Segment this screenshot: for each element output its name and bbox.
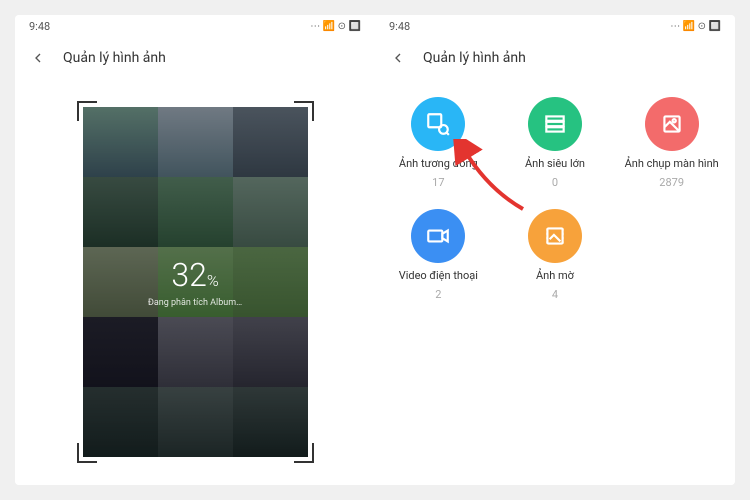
status-bar: 9:48 ⋯ 📶 ⊙ 🔲 <box>15 15 375 37</box>
category-count: 4 <box>552 288 558 301</box>
category-label: Ảnh tương đồng <box>399 157 478 170</box>
category-screenshot[interactable]: Ảnh chụp màn hình 2879 <box>614 97 729 189</box>
video-icon <box>411 209 465 263</box>
category-blurry[interactable]: Ảnh mờ 4 <box>498 209 613 301</box>
category-count: 2 <box>435 288 441 301</box>
large-icon <box>528 97 582 151</box>
similar-icon <box>411 97 465 151</box>
scan-percent-suffix: % <box>207 271 219 290</box>
category-grid: Ảnh tương đồng 17 Ảnh siêu lớn 0 Ảnh chụ… <box>375 79 735 485</box>
category-count: 0 <box>552 176 558 189</box>
scan-overlay: 32% Đang phân tích Album… <box>83 107 308 457</box>
phone-screen-right: 9:48 ⋯ 📶 ⊙ 🔲 Quản lý hình ảnh Ảnh tương … <box>375 15 735 485</box>
phone-screen-left: 9:48 ⋯ 📶 ⊙ 🔲 Quản lý hình ảnh <box>15 15 375 485</box>
scan-area: 32% Đang phân tích Album… <box>15 79 375 485</box>
category-label: Ảnh mờ <box>536 269 574 282</box>
category-label: Ảnh siêu lớn <box>525 157 585 170</box>
category-label: Ảnh chụp màn hình <box>625 157 719 170</box>
status-indicators: ⋯ 📶 ⊙ 🔲 <box>310 21 361 32</box>
category-count: 2879 <box>659 176 684 189</box>
scan-percent: 32% <box>171 256 218 294</box>
screenshot-pair: 9:48 ⋯ 📶 ⊙ 🔲 Quản lý hình ảnh <box>15 15 735 485</box>
blurry-icon <box>528 209 582 263</box>
back-icon[interactable] <box>389 49 407 67</box>
category-count: 17 <box>432 176 444 189</box>
screenshot-icon <box>645 97 699 151</box>
page-title: Quản lý hình ảnh <box>423 50 526 66</box>
status-indicators: ⋯ 📶 ⊙ 🔲 <box>670 21 721 32</box>
category-label: Video điện thoại <box>399 269 478 282</box>
scan-percent-number: 32 <box>171 256 207 294</box>
status-time: 9:48 <box>29 20 50 33</box>
app-bar: Quản lý hình ảnh <box>15 37 375 79</box>
status-time: 9:48 <box>389 20 410 33</box>
category-video[interactable]: Video điện thoại 2 <box>381 209 496 301</box>
scan-status: Đang phân tích Album… <box>148 298 242 308</box>
scan-frame: 32% Đang phân tích Album… <box>83 107 308 457</box>
app-bar: Quản lý hình ảnh <box>375 37 735 79</box>
page-title: Quản lý hình ảnh <box>63 50 166 66</box>
category-large[interactable]: Ảnh siêu lớn 0 <box>498 97 613 189</box>
status-bar: 9:48 ⋯ 📶 ⊙ 🔲 <box>375 15 735 37</box>
back-icon[interactable] <box>29 49 47 67</box>
category-similar[interactable]: Ảnh tương đồng 17 <box>381 97 496 189</box>
